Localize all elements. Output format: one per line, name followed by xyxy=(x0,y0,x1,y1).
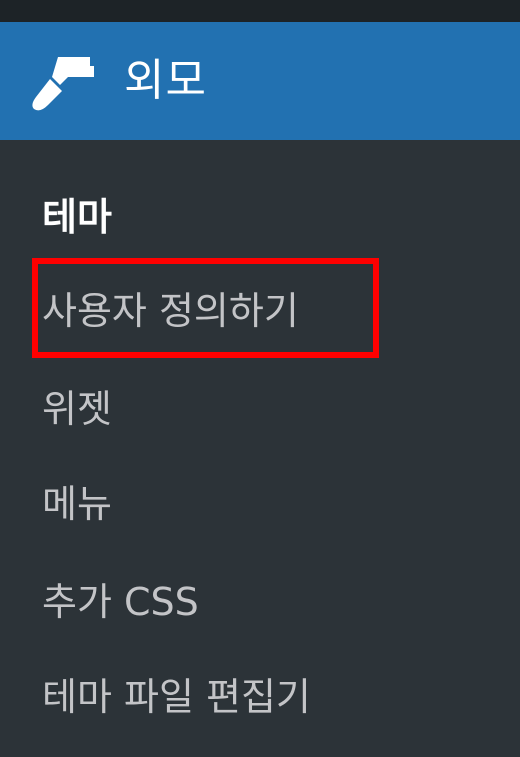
menu-title: 외모 xyxy=(124,55,207,106)
submenu-item-themes[interactable]: 테마 xyxy=(42,198,112,236)
submenu-item-theme-file-editor[interactable]: 테마 파일 편집기 xyxy=(42,678,311,716)
submenu-item-widgets[interactable]: 위젯 xyxy=(42,390,112,428)
submenu-item-menus[interactable]: 메뉴 xyxy=(42,485,112,523)
appearance-submenu: 테마 사용자 정의하기 위젯 메뉴 추가 CSS 테마 파일 편집기 xyxy=(0,140,520,757)
top-admin-strip xyxy=(0,0,520,22)
submenu-item-additional-css[interactable]: 추가 CSS xyxy=(42,583,199,621)
submenu-item-customize[interactable]: 사용자 정의하기 xyxy=(42,292,299,330)
paintbrush-icon xyxy=(28,53,98,113)
menu-appearance[interactable]: 외모 xyxy=(0,22,520,140)
